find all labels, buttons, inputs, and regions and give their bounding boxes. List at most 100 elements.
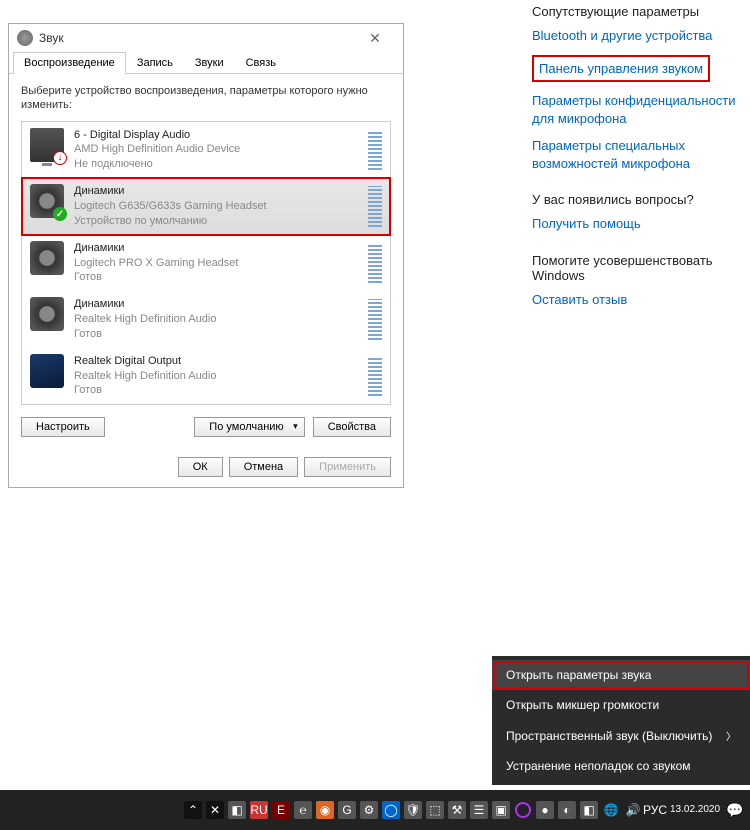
level-meter [368,243,382,284]
tray-icon[interactable]: ◉ [316,801,334,819]
set-default-button[interactable]: По умолчанию [194,417,304,437]
notifications-icon[interactable]: 💬 [726,802,746,819]
speaker-icon: ✓ [30,184,64,218]
device-row[interactable]: Динамики Logitech PRO X Gaming Headset Г… [22,235,390,292]
close-button[interactable]: ✕ [355,30,395,47]
tray-icon[interactable]: ◐ [558,801,576,819]
tray-icon[interactable]: ☰ [470,801,488,819]
device-title: Динамики [74,297,358,312]
device-text: 6 - Digital Display Audio AMD High Defin… [74,128,358,173]
tray-icon[interactable]: ✕ [206,801,224,819]
tray-icon[interactable]: ◧ [580,801,598,819]
digital-output-icon [30,354,64,388]
level-meter [368,299,382,340]
device-list: ↓ 6 - Digital Display Audio AMD High Def… [21,121,391,406]
tab-strip: Воспроизведение Запись Звуки Связь [9,52,403,74]
device-title: Realtek Digital Output [74,354,358,369]
link-get-help[interactable]: Получить помощь [532,215,742,233]
tab-communications[interactable]: Связь [235,52,287,74]
link-sound-control-panel[interactable]: Панель управления звуком [532,55,710,83]
device-sub: Realtek High Definition Audio [74,369,358,384]
device-status: Готов [74,383,358,398]
device-text: Динамики Logitech G635/G633s Gaming Head… [74,184,358,229]
tray-shield-icon[interactable]: 🛡 [404,801,422,819]
disconnected-badge-icon: ↓ [53,151,67,165]
taskbar-clock[interactable]: 13.02.2020 [664,804,726,816]
sound-context-menu: Открыть параметры звука Открыть микшер г… [492,656,750,785]
ctx-spatial-sound[interactable]: Пространственный звук (Выключить)〉 [492,720,750,751]
ctx-label: Открыть микшер громкости [506,698,659,712]
tray-icon[interactable]: RU [250,801,268,819]
ok-button[interactable]: ОК [178,457,223,477]
sound-dialog: Звук ✕ Воспроизведение Запись Звуки Связ… [8,23,404,488]
titlebar: Звук ✕ [9,24,403,52]
device-text: Динамики Realtek High Definition Audio Г… [74,297,358,342]
related-heading: Сопутствующие параметры [532,4,742,19]
device-status: Устройство по умолчанию [74,214,358,229]
tray-icon[interactable]: ℮ [294,801,312,819]
device-status: Готов [74,327,358,342]
device-status: Готов [74,270,358,285]
cancel-button[interactable]: Отмена [229,457,298,477]
speaker-icon [30,297,64,331]
ctx-open-sound-settings[interactable]: Открыть параметры звука [492,660,750,690]
properties-button[interactable]: Свойства [313,417,391,437]
tray-icon[interactable]: ◧ [228,801,246,819]
tray-icon[interactable]: ◯ [382,801,400,819]
tray-icon[interactable]: Е [272,801,290,819]
tab-playback[interactable]: Воспроизведение [13,52,126,74]
device-row[interactable]: ↓ 6 - Digital Display Audio AMD High Def… [22,122,390,179]
sound-icon [17,30,33,46]
dialog-mid-buttons: Настроить По умолчанию Свойства [21,417,391,437]
tab-recording[interactable]: Запись [126,52,184,74]
tab-sounds[interactable]: Звуки [184,52,235,74]
device-sub: Realtek High Definition Audio [74,312,358,327]
device-title: 6 - Digital Display Audio [74,128,358,143]
tray-icon[interactable]: ⌃ [184,801,202,819]
link-bluetooth[interactable]: Bluetooth и другие устройства [532,27,742,45]
tray-icon[interactable]: ⚒ [448,801,466,819]
feedback-heading: Помогите усовершенствовать Windows [532,253,742,283]
device-sub: AMD High Definition Audio Device [74,142,358,157]
configure-button[interactable]: Настроить [21,417,105,437]
tray-lang[interactable]: РУС [646,801,664,819]
tray-icon[interactable]: ▣ [492,801,510,819]
taskbar-date: 13.02.2020 [670,804,720,816]
apply-button[interactable]: Применить [304,457,391,477]
level-meter [368,356,382,397]
device-sub: Logitech G635/G633s Gaming Headset [74,199,358,214]
tab-body: Выберите устройство воспроизведения, пар… [9,74,403,447]
link-mic-accessibility[interactable]: Параметры специальных возможностей микро… [532,137,742,172]
link-mic-privacy[interactable]: Параметры конфиденциальности для микрофо… [532,92,742,127]
device-row[interactable]: Realtek Digital Output Realtek High Defi… [22,348,390,405]
taskbar: ⌃ ✕ ◧ RU Е ℮ ◉ G ⚙ ◯ 🛡 ⬚ ⚒ ☰ ▣ ● ◐ ◧ 🌐 🔊… [0,790,750,830]
related-settings: Сопутствующие параметры Bluetooth и друг… [532,4,742,318]
device-row[interactable]: ✓ Динамики Logitech G635/G633s Gaming He… [22,178,390,235]
tray-icon[interactable] [514,801,532,819]
ctx-label: Устранение неполадок со звуком [506,759,691,773]
ctx-label: Открыть параметры звука [506,668,651,682]
tray-icon[interactable]: G [338,801,356,819]
device-sub: Logitech PRO X Gaming Headset [74,256,358,271]
questions-heading: У вас появились вопросы? [532,192,742,207]
tray-icon[interactable]: ⬚ [426,801,444,819]
default-badge-icon: ✓ [53,207,67,221]
tray: ⌃ ✕ ◧ RU Е ℮ ◉ G ⚙ ◯ 🛡 ⬚ ⚒ ☰ ▣ ● ◐ ◧ 🌐 🔊… [184,801,664,819]
ctx-open-volume-mixer[interactable]: Открыть микшер громкости [492,690,750,720]
device-text: Динамики Logitech PRO X Gaming Headset Г… [74,241,358,286]
device-text: Realtek Digital Output Realtek High Defi… [74,354,358,399]
device-title: Динамики [74,241,358,256]
monitor-icon: ↓ [30,128,64,162]
chevron-right-icon: 〉 [726,728,736,743]
level-meter [368,186,382,227]
device-title: Динамики [74,184,358,199]
tray-icon[interactable]: ⚙ [360,801,378,819]
device-row[interactable]: Динамики Realtek High Definition Audio Г… [22,291,390,348]
ctx-troubleshoot[interactable]: Устранение неполадок со звуком [492,751,750,781]
link-feedback[interactable]: Оставить отзыв [532,291,742,309]
dialog-footer: ОК Отмена Применить [9,447,403,487]
dialog-title: Звук [39,31,355,45]
tray-icon[interactable]: ● [536,801,554,819]
tray-volume-icon[interactable]: 🔊 [624,801,642,819]
tray-network-icon[interactable]: 🌐 [602,801,620,819]
